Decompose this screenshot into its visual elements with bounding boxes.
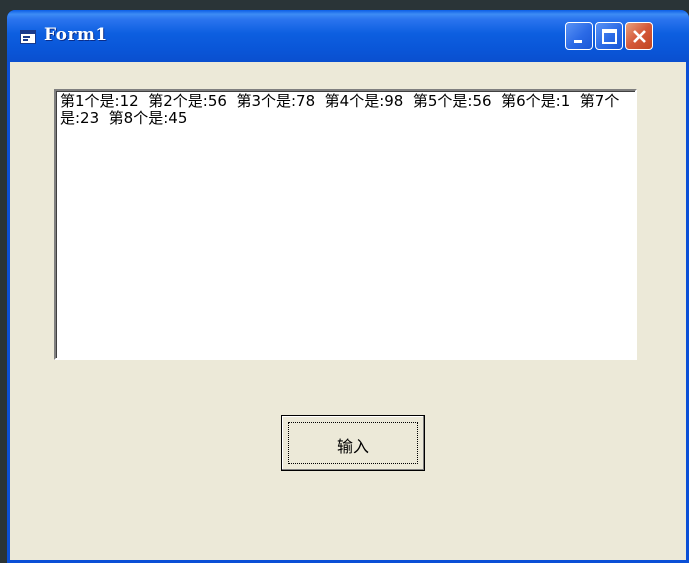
maximize-button[interactable] [595, 22, 623, 50]
minimize-icon [574, 40, 582, 43]
input-button[interactable]: 输入 [281, 415, 425, 471]
output-text: 第1个是:12 第2个是:56 第3个是:78 第4个是:98 第5个是:56 … [60, 92, 620, 127]
form-client-area: 第1个是:12 第2个是:56 第3个是:78 第4个是:98 第5个是:56 … [10, 62, 686, 560]
title-bar[interactable]: Form1 [7, 10, 689, 62]
window-title: Form1 [44, 25, 108, 45]
form-icon [20, 30, 36, 44]
minimize-button[interactable] [565, 22, 593, 50]
close-button[interactable] [625, 22, 653, 50]
form1-window: Form1 第1个是:12 第2个是:56 第3个是:78 第4个是:98 第5… [7, 10, 689, 563]
output-textbox[interactable]: 第1个是:12 第2个是:56 第3个是:78 第4个是:98 第5个是:56 … [54, 89, 637, 360]
maximize-icon [602, 29, 617, 44]
input-button-label: 输入 [336, 437, 369, 456]
close-icon [633, 30, 646, 43]
